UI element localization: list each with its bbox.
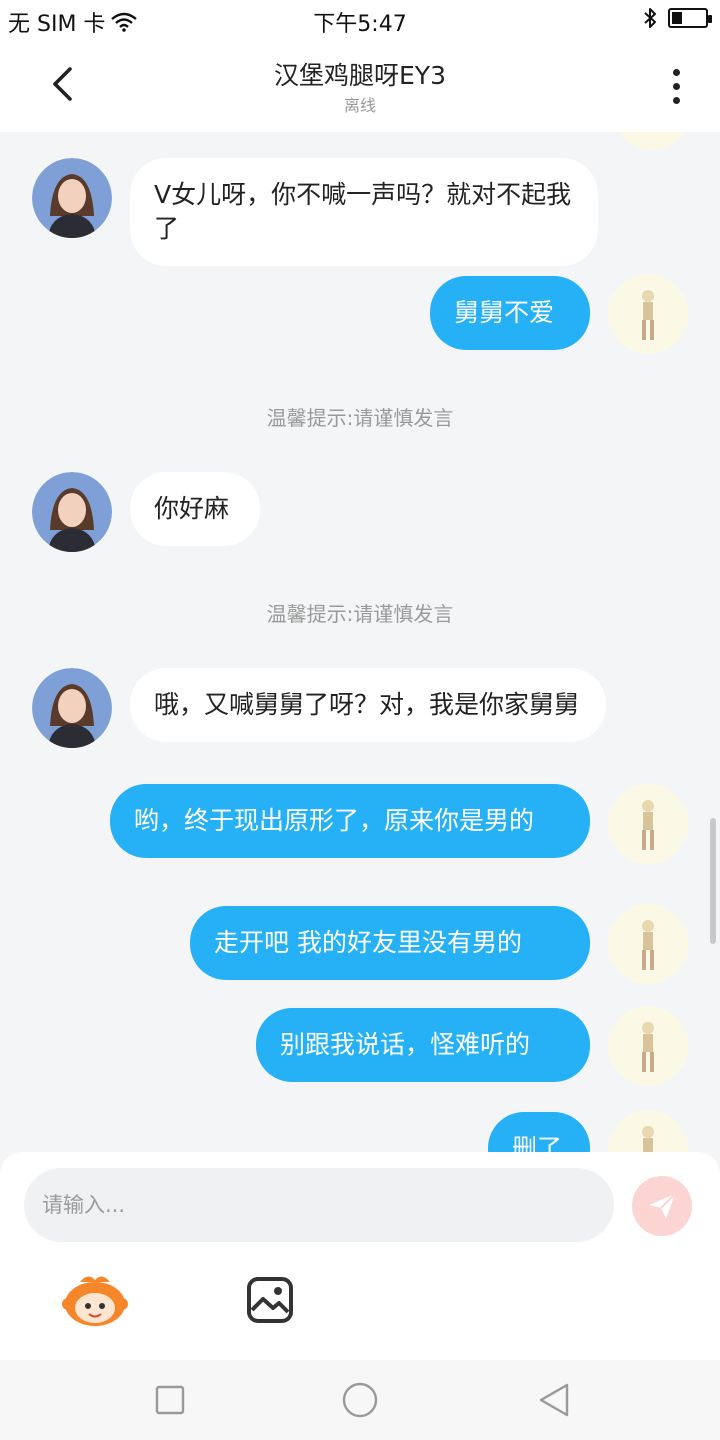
more-options-button[interactable] — [658, 64, 694, 108]
bluetooth-icon — [644, 8, 656, 28]
message-bubble-outgoing[interactable]: 哟，终于现出原形了，原来你是男的 — [110, 784, 590, 858]
image-button[interactable] — [246, 1276, 294, 1324]
message-input[interactable] — [24, 1168, 614, 1242]
message-bubble-incoming[interactable]: V女儿呀，你不喊一声吗？就对不起我了 — [130, 158, 598, 266]
battery-icon — [668, 8, 712, 28]
square-icon — [155, 1385, 185, 1415]
contact-avatar-image — [32, 158, 112, 238]
contact-avatar[interactable] — [32, 668, 112, 748]
triangle-back-icon — [539, 1383, 569, 1417]
message-bubble-incoming[interactable]: 你好麻 — [130, 472, 260, 546]
circle-icon — [342, 1382, 378, 1418]
message-bubble-outgoing[interactable]: 走开吧 我的好友里没有男的 — [190, 906, 590, 980]
back-nav-button[interactable] — [534, 1380, 574, 1420]
chat-header: 汉堡鸡腿呀EY3 离线 — [0, 40, 720, 132]
my-avatar[interactable] — [608, 274, 688, 354]
more-vertical-icon — [672, 68, 680, 76]
status-time: 下午5:47 — [313, 12, 407, 37]
contact-avatar[interactable] — [32, 158, 112, 238]
status-bar: 无 SIM 卡 下午5:47 — [0, 0, 720, 40]
send-icon — [649, 1193, 676, 1219]
system-nav-bar — [0, 1360, 720, 1440]
composer-panel — [0, 1152, 720, 1360]
my-avatar-image — [608, 274, 688, 354]
emoji-mascot-icon — [62, 1276, 128, 1326]
emoji-button[interactable] — [60, 1272, 130, 1328]
contact-status: 离线 — [343, 96, 376, 115]
my-avatar-partial — [612, 132, 692, 150]
contact-avatar-image — [32, 472, 112, 552]
message-bubble-outgoing[interactable]: 删了 — [488, 1112, 590, 1152]
send-button[interactable] — [632, 1176, 692, 1236]
my-avatar-image — [608, 1110, 688, 1152]
message-list[interactable]: V女儿呀，你不喊一声吗？就对不起我了 舅舅不爱 温馨提示:请谨慎发言 你好麻 温… — [0, 132, 720, 1152]
message-bubble-incoming[interactable]: 哦，又喊舅舅了呀？对，我是你家舅舅 — [130, 668, 606, 742]
safety-notice: 温馨提示:请谨慎发言 — [266, 602, 454, 626]
my-avatar-image — [608, 1006, 688, 1086]
image-icon — [247, 1277, 293, 1323]
my-avatar[interactable] — [608, 1006, 688, 1086]
battery-level — [672, 12, 682, 24]
contact-avatar[interactable] — [32, 472, 112, 552]
my-avatar-image — [608, 784, 688, 864]
safety-notice: 温馨提示:请谨慎发言 — [266, 406, 454, 430]
my-avatar[interactable] — [608, 784, 688, 864]
my-avatar[interactable] — [608, 904, 688, 984]
my-avatar-image — [608, 904, 688, 984]
contact-name: 汉堡鸡腿呀EY3 — [274, 61, 446, 90]
contact-avatar-image — [32, 668, 112, 748]
message-bubble-outgoing[interactable]: 别跟我说话，怪难听的 — [256, 1008, 590, 1082]
message-bubble-outgoing[interactable]: 舅舅不爱 — [430, 276, 590, 350]
my-avatar[interactable] — [608, 1110, 688, 1152]
home-button[interactable] — [340, 1380, 380, 1420]
scroll-indicator[interactable] — [710, 818, 716, 944]
recents-button[interactable] — [150, 1380, 190, 1420]
